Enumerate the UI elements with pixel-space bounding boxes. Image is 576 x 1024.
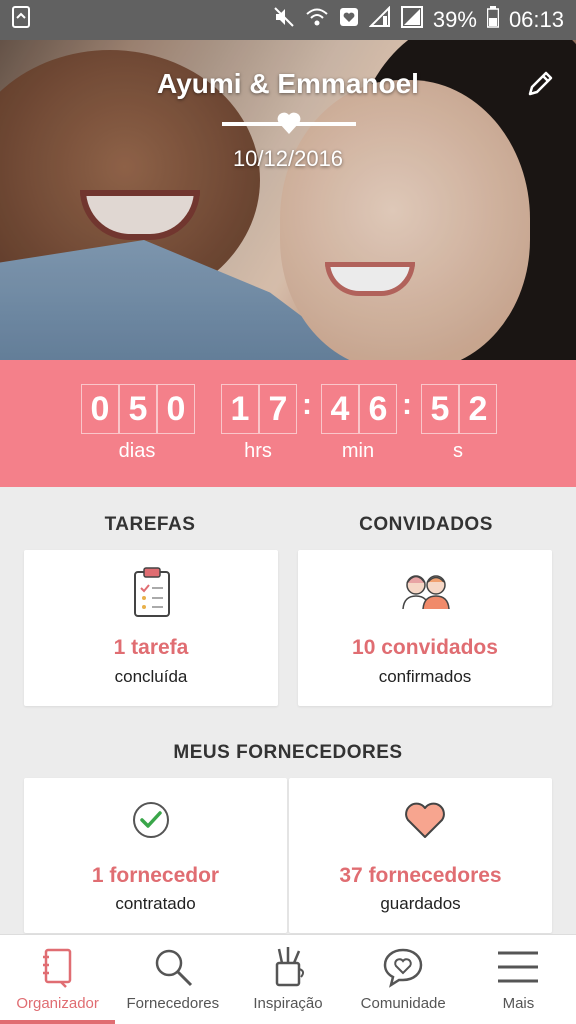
tasks-title: TAREFAS (104, 514, 196, 535)
clipboard-icon (134, 567, 170, 617)
nav-label: Comunidade (360, 995, 446, 1012)
wifi-icon (305, 6, 329, 34)
countdown-hours: 1 7 (221, 384, 297, 434)
guests-count: 10 convidados (352, 636, 498, 659)
edit-pencil-icon[interactable] (524, 68, 556, 100)
heart-notification-icon (339, 7, 359, 33)
clock-time: 06:13 (508, 7, 564, 32)
heart-icon (277, 112, 301, 134)
vendors-title: MEUS FORNECEDORES (173, 742, 403, 763)
nav-label: Mais (502, 995, 535, 1012)
guests-status: confirmados (378, 667, 472, 686)
battery-percent: 39% (432, 7, 477, 32)
bottom-navigation: Organizador Fornecedores Inspiração Comu… (0, 934, 576, 1024)
check-circle-icon (133, 802, 169, 838)
hired-vendors-count: 1 fornecedor (91, 864, 220, 887)
signal-2-icon (400, 6, 423, 34)
guests-title: CONVIDADOS (359, 514, 493, 535)
nav-fornecedores[interactable]: Fornecedores (115, 935, 230, 1024)
notebook-icon (42, 948, 71, 988)
tasks-card[interactable]: 1 tarefa concluída (24, 550, 278, 706)
hired-vendors-card[interactable]: 1 fornecedor contratado (24, 778, 287, 933)
heart-outline-icon (405, 802, 445, 838)
signal-icon (368, 5, 391, 34)
saved-vendors-card[interactable]: 37 fornecedores guardados (289, 778, 552, 933)
seconds-label: s (453, 440, 463, 462)
guests-icon (402, 575, 450, 610)
tasks-status: concluída (114, 667, 188, 686)
days-label: dias (118, 440, 156, 462)
nav-mais[interactable]: Mais (461, 935, 576, 1024)
nav-organizador[interactable]: Organizador (0, 935, 116, 1024)
search-icon (155, 949, 192, 987)
nav-label: Organizador (16, 995, 99, 1012)
guests-card[interactable]: 10 convidados confirmados (298, 550, 552, 706)
countdown-seconds: 5 2 (421, 384, 497, 434)
wedding-date: 10/12/2016 (232, 146, 344, 171)
menu-icon (498, 951, 539, 983)
nav-inspiracao[interactable]: Inspiração (230, 935, 345, 1024)
mute-icon (273, 6, 295, 34)
countdown-days: 0 5 0 (81, 384, 195, 434)
nav-comunidade[interactable]: Comunidade (346, 935, 461, 1024)
pencil-cup-icon (275, 947, 305, 987)
recycle-notification-icon (12, 6, 30, 34)
battery-icon (486, 6, 500, 34)
couple-photo: Ayumi & Emmanoel 10/12/2016 (0, 40, 576, 360)
tasks-count: 1 tarefa (113, 636, 189, 659)
nav-label: Fornecedores (126, 995, 220, 1012)
saved-vendors-status: guardados (380, 894, 461, 913)
saved-vendors-count: 37 fornecedores (339, 864, 502, 887)
hired-vendors-status: contratado (115, 894, 196, 913)
chat-heart-icon (383, 948, 423, 988)
countdown-minutes: 4 6 (321, 384, 397, 434)
countdown-banner: 0 5 0 1 7 : 4 6 : 5 2 dias hrs min s (0, 360, 576, 487)
nav-label: Inspiração (253, 995, 323, 1012)
status-bar: 39% 06:13 (0, 0, 576, 40)
couple-names: Ayumi & Emmanoel (157, 68, 419, 99)
